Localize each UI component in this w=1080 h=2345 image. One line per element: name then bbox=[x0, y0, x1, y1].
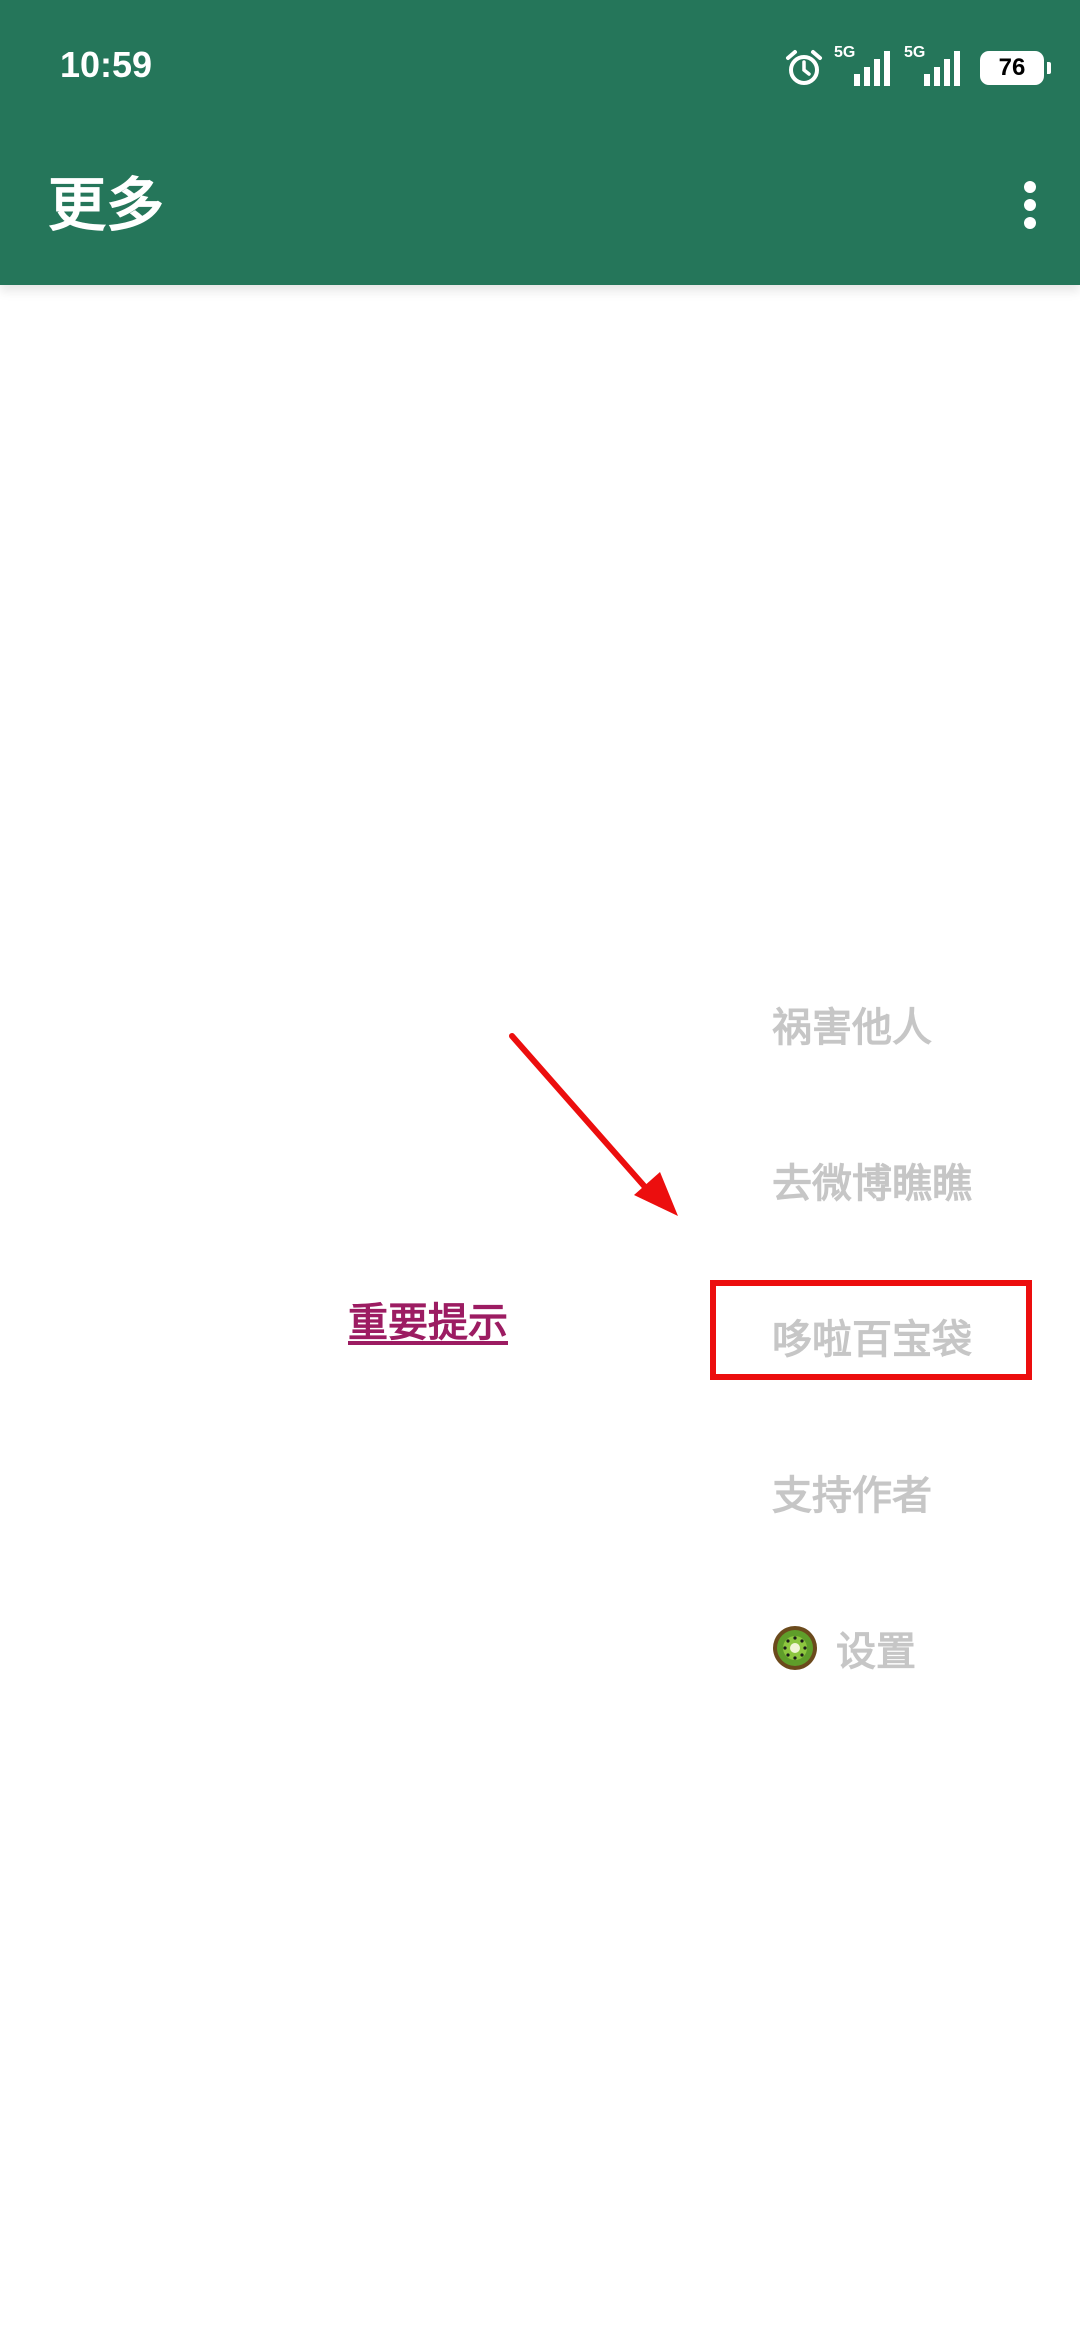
status-time: 10:59 bbox=[60, 44, 153, 85]
annotation-highlight-box bbox=[710, 1280, 1032, 1380]
kiwi-icon bbox=[773, 1626, 817, 1670]
menu-item-visit-weibo[interactable]: 去微博瞧瞧 bbox=[712, 1102, 1080, 1258]
menu-item-label: 去微博瞧瞧 bbox=[772, 1161, 972, 1207]
signal-icon bbox=[854, 51, 890, 86]
signal-icon bbox=[924, 51, 960, 86]
important-notice-link[interactable]: 重要提示 bbox=[348, 1290, 508, 1348]
more-vert-icon[interactable] bbox=[1022, 180, 1038, 230]
app-bar: 10:59 5G 5G 76 更多 bbox=[0, 0, 1080, 285]
menu-item-label: 祸害他人 bbox=[772, 1005, 932, 1051]
menu-item-label: 支持作者 bbox=[772, 1473, 932, 1519]
menu-item-settings[interactable]: 设置 bbox=[712, 1570, 1080, 1726]
menu-item-support-author[interactable]: 支持作者 bbox=[712, 1414, 1080, 1570]
signal-strength-1: 5G bbox=[834, 44, 898, 88]
annotation-arrow-icon bbox=[509, 1033, 678, 1216]
status-icons: 5G 5G 76 bbox=[784, 44, 1051, 90]
page-title: 更多 bbox=[48, 171, 165, 239]
menu-item-label: 设置 bbox=[836, 1629, 916, 1675]
menu-item-harm-others[interactable]: 祸害他人 bbox=[712, 946, 1080, 1102]
battery-icon: 76 bbox=[980, 51, 1051, 85]
alarm-icon bbox=[786, 50, 822, 85]
signal-strength-2: 5G bbox=[904, 44, 968, 88]
